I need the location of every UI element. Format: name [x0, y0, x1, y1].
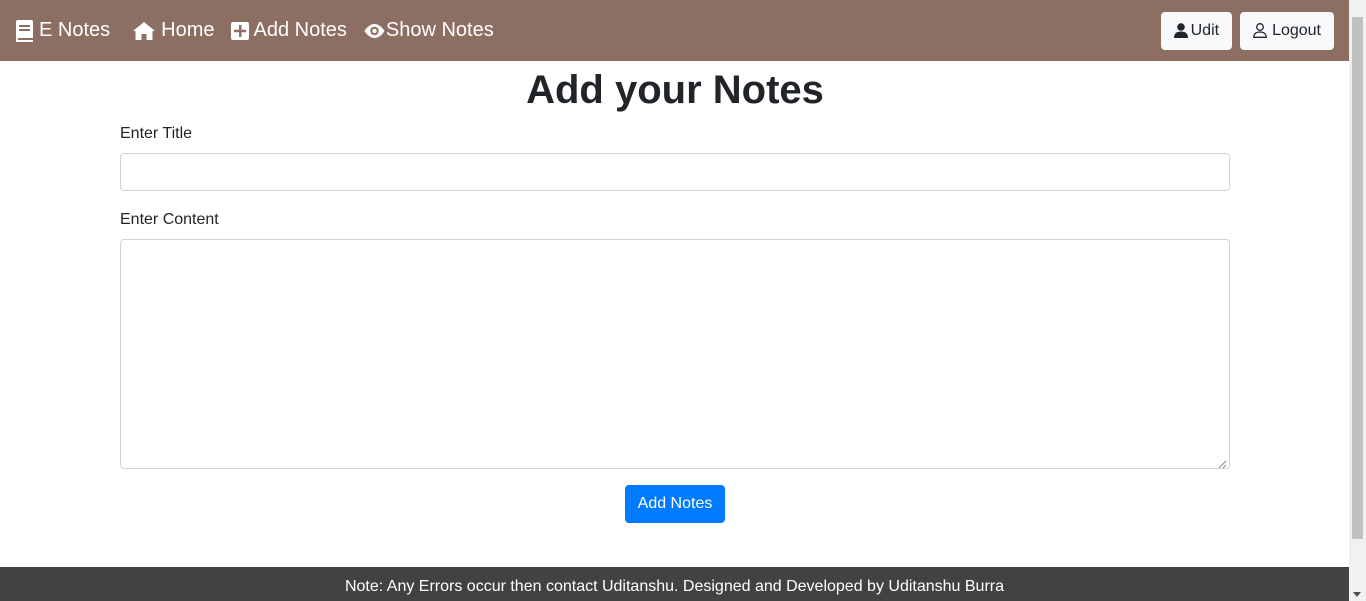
- footer: Note: Any Errors occur then contact Udit…: [0, 567, 1349, 601]
- home-icon: [132, 21, 156, 41]
- user-button-label: Udit: [1190, 21, 1220, 39]
- scrollbar-thumb[interactable]: [1352, 17, 1363, 539]
- content-textarea[interactable]: [120, 239, 1230, 469]
- book-icon: [15, 19, 34, 42]
- content-label: Enter Content: [120, 211, 219, 228]
- title-input[interactable]: [120, 153, 1230, 191]
- title-label: Enter Title: [120, 125, 193, 142]
- plus-square-icon: [230, 21, 249, 40]
- page-title: Add your Notes: [526, 68, 824, 112]
- vertical-scrollbar[interactable]: [1349, 0, 1366, 601]
- nav-right-group: Udit Logout: [1160, 11, 1334, 50]
- page: E Notes Home Add Notes Show Notes Udit L…: [0, 0, 1349, 601]
- brand-label: E Notes: [39, 19, 111, 41]
- nav-home[interactable]: Home: [132, 19, 215, 42]
- eye-icon: [363, 23, 386, 39]
- brand-link[interactable]: E Notes: [15, 19, 110, 42]
- user-icon: [1173, 23, 1188, 38]
- submit-wrapper: Add Notes: [120, 485, 1230, 523]
- add-notes-form: Add your Notes Enter Title Enter Content…: [120, 61, 1230, 523]
- resize-handle-icon[interactable]: [1217, 456, 1227, 469]
- add-notes-button[interactable]: Add Notes: [624, 485, 726, 523]
- nav-show-notes[interactable]: Show Notes: [363, 19, 494, 42]
- user-button[interactable]: Udit: [1160, 11, 1233, 50]
- scroll-down-arrow-icon[interactable]: [1353, 592, 1361, 597]
- logout-button[interactable]: Logout: [1240, 11, 1334, 50]
- logout-button-label: Logout: [1272, 21, 1321, 39]
- nav-home-label: Home: [161, 19, 215, 41]
- user-outline-icon: [1253, 23, 1267, 38]
- nav-add-notes-label: Add Notes: [253, 19, 347, 41]
- nav-show-notes-label: Show Notes: [385, 19, 494, 41]
- footer-text: Note: Any Errors occur then contact Udit…: [344, 578, 1005, 595]
- navbar: E Notes Home Add Notes Show Notes Udit L…: [0, 0, 1349, 61]
- nav-add-notes[interactable]: Add Notes: [230, 19, 347, 42]
